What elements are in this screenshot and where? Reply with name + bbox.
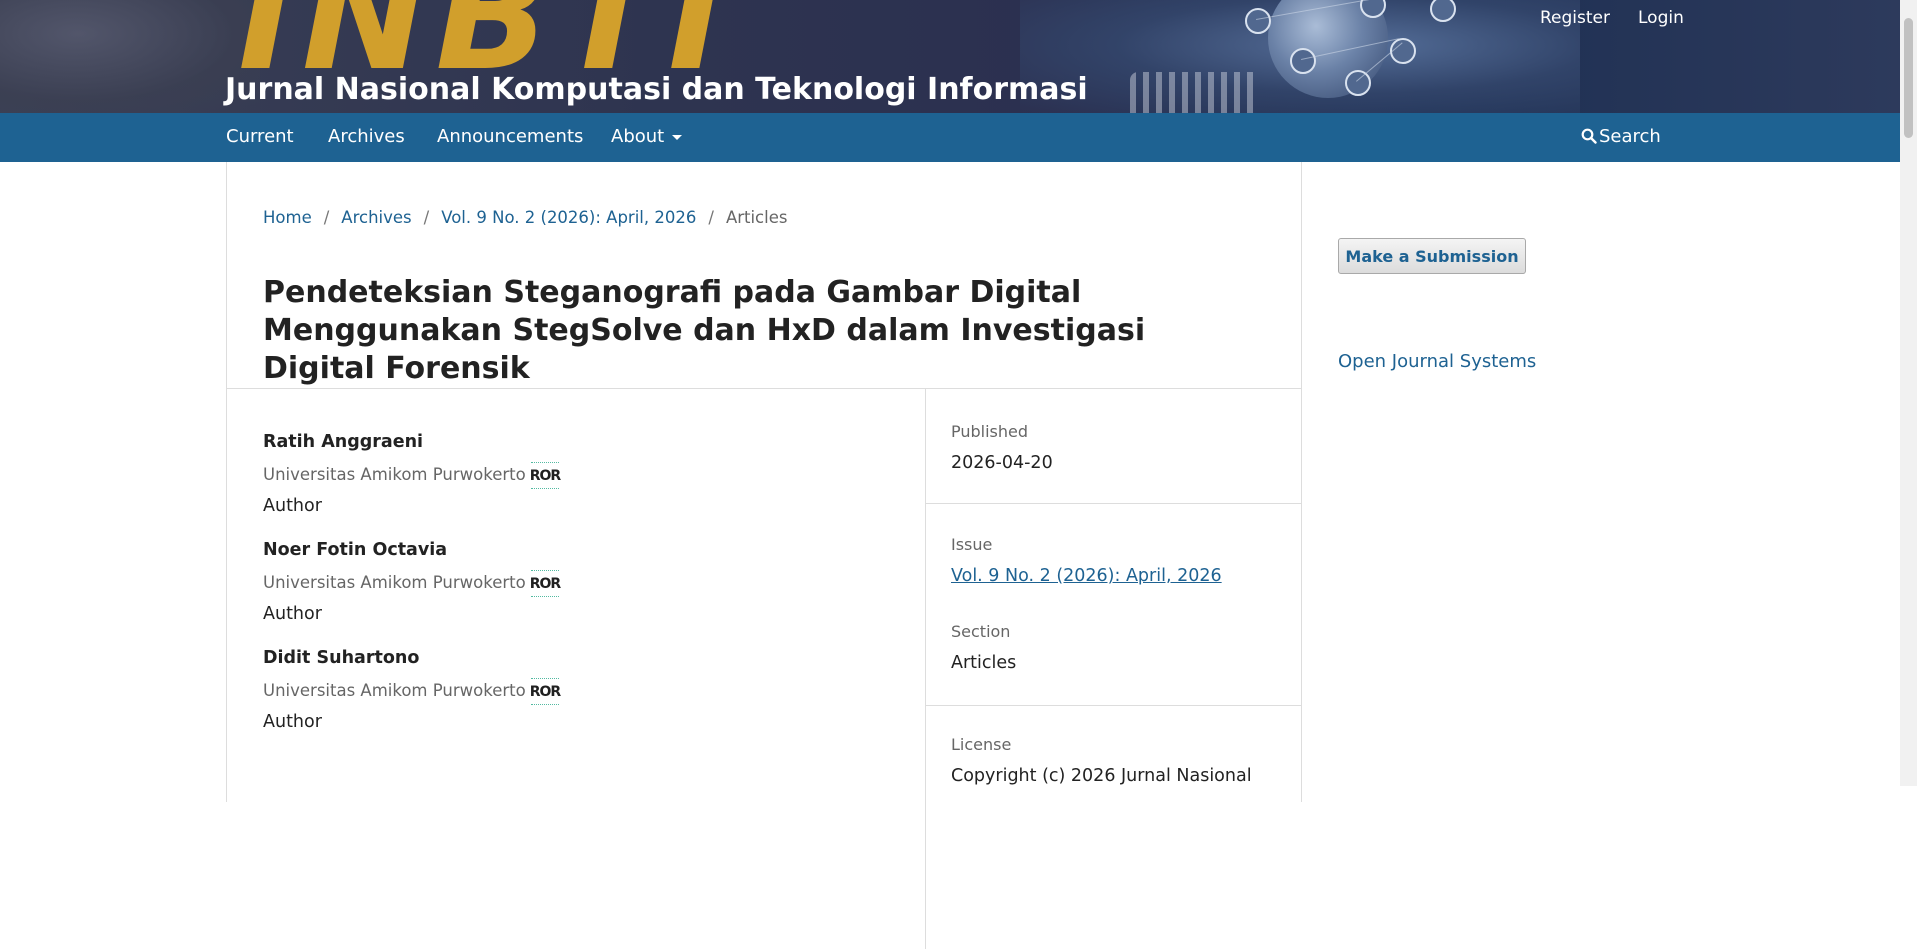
detail-divider [926,705,1302,706]
author-entry: Ratih Anggraeni Universitas Amikom Purwo… [263,430,863,538]
issue-link[interactable]: Vol. 9 No. 2 (2026): April, 2026 [951,566,1222,586]
author-list: Ratih Anggraeni Universitas Amikom Purwo… [263,430,863,754]
ror-icon[interactable]: ROR [530,462,561,489]
author-affiliation: Universitas Amikom Purwokerto ROR [263,678,863,710]
scrollbar-thumb[interactable] [1904,18,1913,138]
breadcrumb: Home / Archives / Vol. 9 No. 2 (2026): April… [263,208,787,227]
primary-nav: Current Archives Announcements About Sea… [0,113,1900,162]
ror-icon[interactable]: ROR [530,678,561,705]
ror-icon[interactable]: ROR [530,570,561,597]
network-node-icon [1390,38,1416,64]
search-label: Search [1599,126,1661,147]
author-affiliation: Universitas Amikom Purwokerto ROR [263,570,863,602]
nav-item-about[interactable]: About [611,126,683,147]
make-submission-button[interactable]: Make a Submission [1338,238,1526,274]
section-label: Section [951,622,1011,641]
affiliation-text: Universitas Amikom Purwokerto [263,573,526,592]
article-details: Published 2026-04-20 Issue Vol. 9 No. 2 … [925,389,1302,949]
license-label: License [951,735,1012,754]
caret-down-icon [672,134,683,140]
article-title: Pendeteksian Steganografi pada Gambar Di… [263,275,1146,386]
network-node-icon [1245,8,1271,34]
affiliation-text: Universitas Amikom Purwokerto [263,681,526,700]
breadcrumb-separator: / [323,208,330,227]
author-name: Noer Fotin Octavia [263,540,448,560]
login-link[interactable]: Login [1638,8,1684,28]
site-title[interactable]: Jurnal Nasional Komputasi dan Teknologi … [225,72,1088,107]
breadcrumb-current: Articles [725,208,788,227]
header-background-art [0,0,260,113]
nav-item-announcements[interactable]: Announcements [437,126,583,147]
author-name: Ratih Anggraeni [263,432,424,452]
breadcrumb-separator: / [708,208,714,227]
issue-label: Issue [951,535,993,554]
search-icon [1581,128,1597,144]
author-affiliation: Universitas Amikom Purwokerto ROR [263,462,863,494]
site-header: INBTI Jurnal Nasional Komputasi dan Tekn… [0,0,1900,113]
people-silhouettes [1130,72,1260,113]
author-name: Didit Suhartono [263,648,420,668]
detail-divider [926,503,1302,504]
section-value: Articles [951,653,1017,673]
nav-item-current[interactable]: Current [226,126,294,147]
network-node-icon [1345,70,1371,96]
license-value: Copyright (c) 2026 Jurnal Nasional [951,766,1252,786]
author-entry: Noer Fotin Octavia Universitas Amikom Pu… [263,538,863,646]
breadcrumb-separator: / [423,208,430,227]
breadcrumb-archives[interactable]: Archives [341,208,411,227]
nav-item-about-label: About [611,126,665,147]
register-link[interactable]: Register [1540,8,1610,28]
author-entry: Didit Suhartono Universitas Amikom Purwo… [263,646,863,754]
open-journal-systems-link[interactable]: Open Journal Systems [1338,351,1536,372]
author-role: Author [263,604,322,624]
author-role: Author [263,496,322,516]
page-scrollbar[interactable] [1900,0,1917,786]
search-link[interactable]: Search [1581,126,1661,147]
published-value: 2026-04-20 [951,453,1053,473]
affiliation-text: Universitas Amikom Purwokerto [263,465,526,484]
breadcrumb-home[interactable]: Home [263,208,312,227]
author-role: Author [263,712,322,732]
network-node-icon [1290,48,1316,74]
breadcrumb-issue[interactable]: Vol. 9 No. 2 (2026): April, 2026 [441,208,696,227]
nav-item-archives[interactable]: Archives [328,126,405,147]
main-content: Home / Archives / Vol. 9 No. 2 (2026): April… [226,162,1302,949]
user-nav: Register Login [1540,8,1684,28]
published-label: Published [951,422,1029,441]
